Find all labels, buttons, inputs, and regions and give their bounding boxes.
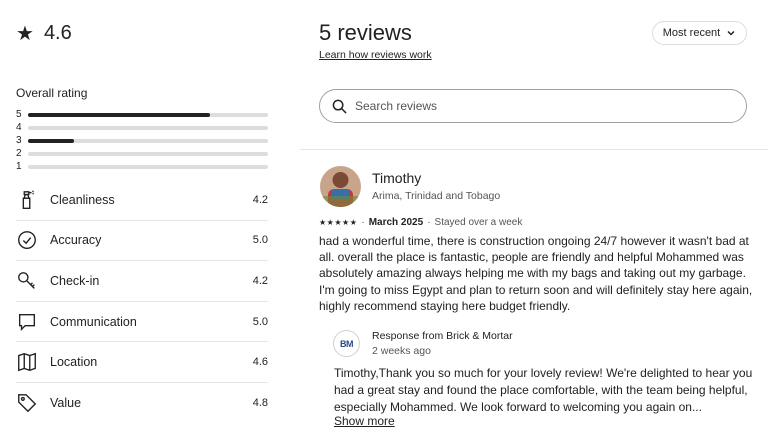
search-reviews-box[interactable] bbox=[319, 89, 747, 123]
chevron-down-icon bbox=[727, 30, 735, 36]
search-icon bbox=[332, 99, 347, 114]
reviews-title: 5 reviews bbox=[319, 20, 412, 45]
separator-dot: · bbox=[427, 217, 431, 228]
rating-bar-label: 4 bbox=[16, 121, 22, 133]
learn-how-reviews-work-link[interactable]: Learn how reviews work bbox=[319, 49, 432, 61]
separator-dot: · bbox=[361, 217, 365, 228]
review-meta: ★★★★★ · March 2025 · Stayed over a week bbox=[319, 217, 522, 228]
review-text: had a wonderful time, there is construct… bbox=[319, 234, 753, 313]
category-row-cleanliness: Cleanliness 4.2 bbox=[16, 180, 268, 221]
section-divider bbox=[300, 149, 768, 150]
rating-bar-track bbox=[28, 138, 268, 143]
category-score: 5.0 bbox=[252, 234, 268, 247]
rating-bar-track bbox=[28, 125, 268, 130]
rating-bar-track bbox=[28, 112, 268, 117]
chat-bubble-icon bbox=[16, 311, 38, 333]
category-row-accuracy: Accuracy 5.0 bbox=[16, 221, 268, 262]
show-more-link[interactable]: Show more bbox=[334, 414, 395, 428]
review-stars: ★★★★★ bbox=[319, 218, 358, 227]
host-response-time: 2 weeks ago bbox=[372, 345, 431, 357]
category-label: Accuracy bbox=[50, 233, 102, 248]
category-label: Check-in bbox=[50, 273, 100, 288]
rating-bar-track bbox=[28, 152, 268, 157]
reviewer-name: Timothy bbox=[372, 170, 422, 186]
spray-bottle-icon bbox=[16, 189, 38, 211]
rating-distribution: 543 21 bbox=[16, 108, 268, 174]
category-row-communication: Communication 5.0 bbox=[16, 302, 268, 343]
host-response-text: Timothy,Thank you so much for your lovel… bbox=[334, 366, 753, 414]
sort-dropdown[interactable]: Most recent bbox=[652, 21, 747, 45]
category-label: Value bbox=[50, 396, 82, 411]
rating-bar-label: 3 bbox=[16, 134, 22, 146]
host-response-from: Response from Brick & Mortar bbox=[372, 330, 513, 342]
rating-bar-fill bbox=[28, 112, 211, 117]
key-icon bbox=[16, 270, 38, 292]
category-row-location: Location 4.6 bbox=[16, 342, 268, 383]
category-score: 5.0 bbox=[252, 315, 268, 328]
check-circle-icon bbox=[16, 229, 38, 251]
rating-bar-row: 1 bbox=[16, 161, 268, 174]
overall-rating-label: Overall rating bbox=[16, 86, 88, 100]
category-row-check-in: Check-in 4.2 bbox=[16, 261, 268, 302]
category-row-value: Value 4.8 bbox=[16, 383, 268, 424]
price-tag-icon bbox=[16, 392, 38, 414]
rating-bar-row: 5 bbox=[16, 108, 268, 121]
search-input[interactable] bbox=[355, 99, 715, 113]
review-date: March 2025 bbox=[368, 217, 424, 228]
category-score: 4.2 bbox=[252, 193, 268, 206]
category-label: Cleanliness bbox=[50, 192, 115, 207]
category-score: 4.6 bbox=[252, 356, 268, 369]
category-label: Communication bbox=[50, 314, 137, 329]
category-score: 4.2 bbox=[252, 274, 268, 287]
star-icon: ★ bbox=[16, 22, 34, 45]
rating-bar-fill bbox=[28, 138, 74, 143]
category-label: Location bbox=[50, 355, 98, 370]
avatar[interactable] bbox=[320, 166, 361, 207]
rating-bar-track bbox=[28, 165, 268, 170]
sort-label: Most recent bbox=[662, 27, 721, 39]
rating-bar-label: 2 bbox=[16, 148, 22, 160]
category-score: 4.8 bbox=[252, 397, 268, 410]
overall-rating-value: 4.6 bbox=[43, 22, 72, 44]
rating-bar-label: 1 bbox=[16, 161, 22, 173]
reviewer-location: Arima, Trinidad and Tobago bbox=[372, 190, 501, 202]
rating-bar-row: 3 bbox=[16, 134, 268, 147]
stay-duration: Stayed over a week bbox=[434, 217, 523, 228]
map-icon bbox=[16, 351, 38, 373]
rating-bar-label: 5 bbox=[16, 108, 22, 120]
rating-bar-row: 2 bbox=[16, 148, 268, 161]
host-logo-text: BM bbox=[340, 338, 354, 349]
rating-header: ★ 4.6 bbox=[16, 22, 72, 45]
rating-bar-row: 4 bbox=[16, 121, 268, 134]
category-ratings: Cleanliness 4.2 Accuracy 5.0 Check-in 4.… bbox=[16, 180, 268, 424]
host-logo: BM bbox=[333, 330, 360, 357]
